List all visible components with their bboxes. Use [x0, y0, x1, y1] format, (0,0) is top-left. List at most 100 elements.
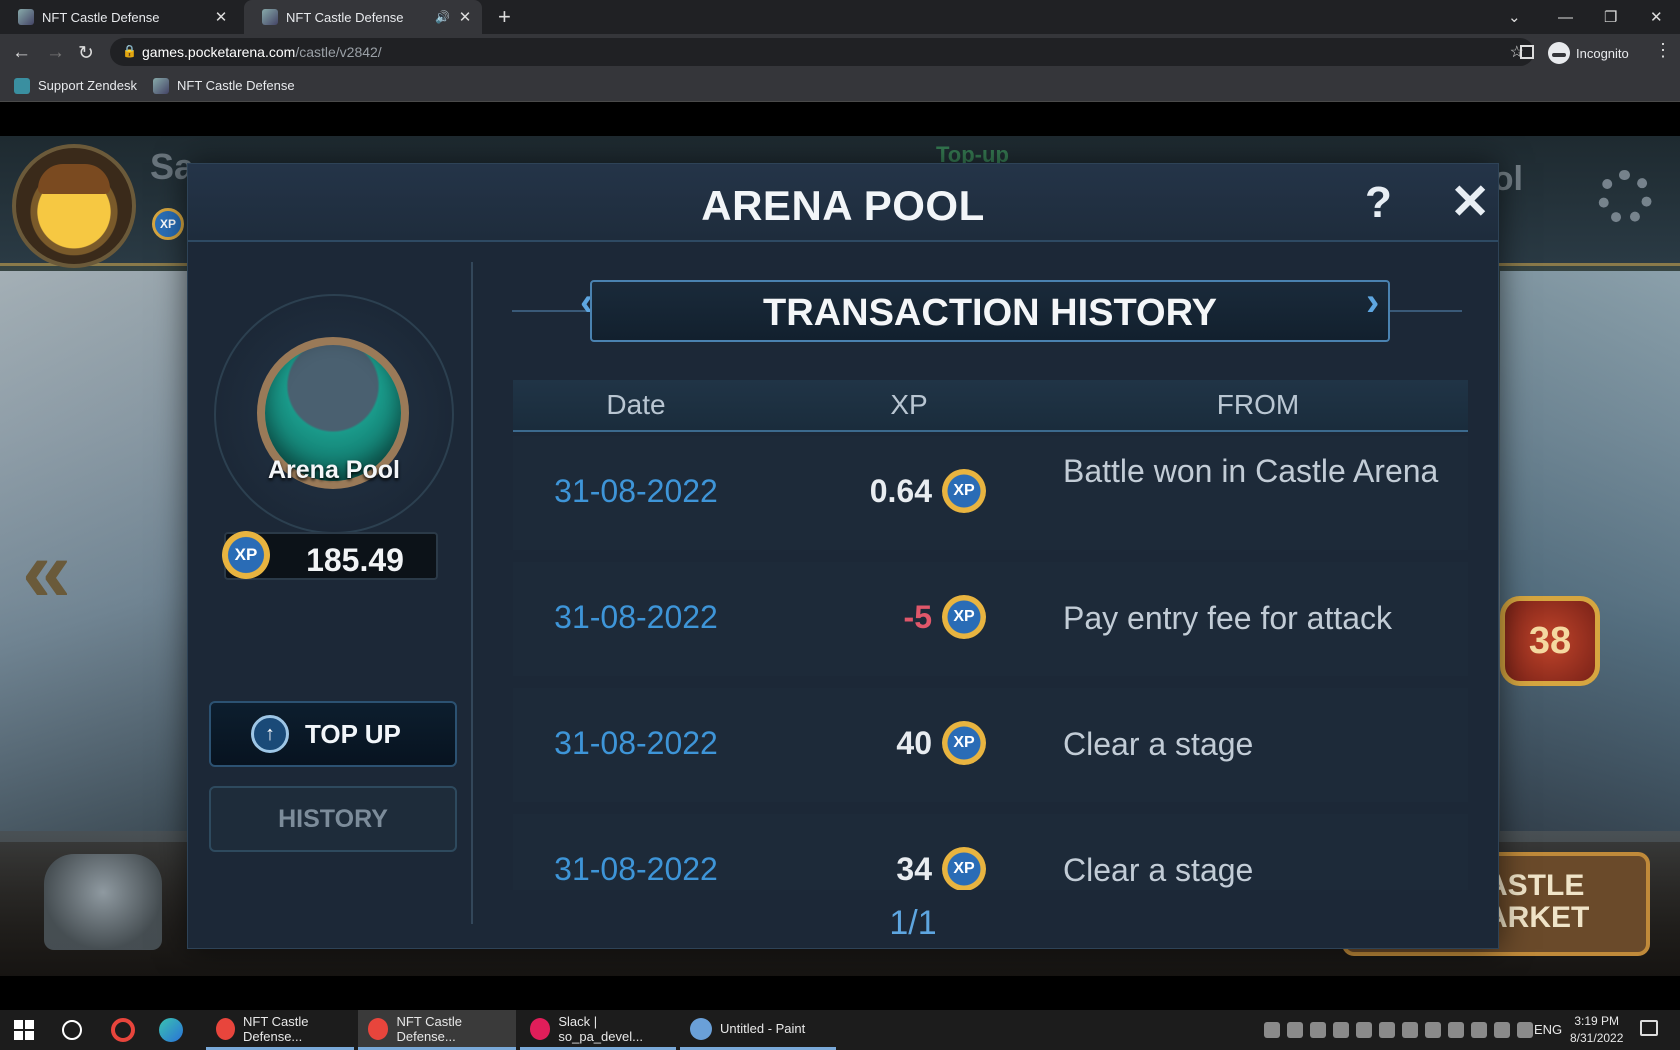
section-title: TRANSACTION HISTORY [763, 292, 1217, 334]
row-date: 31-08-2022 [554, 473, 718, 509]
castle-favicon-icon [18, 9, 34, 25]
side-panel-icon[interactable] [1520, 45, 1534, 59]
page-indicator: 1/1 [889, 904, 937, 942]
tray-icon[interactable] [1310, 1022, 1326, 1038]
settings-gear-icon[interactable] [1598, 170, 1652, 224]
xp-coin-icon: XP [942, 595, 986, 639]
close-tab-icon[interactable]: ✕ [210, 8, 232, 26]
anvil-icon[interactable] [44, 854, 162, 950]
modal-header: ARENA POOL ? ✕ [188, 164, 1498, 242]
url-host: games.pocketarena.com [142, 44, 296, 60]
reload-icon[interactable]: ↻ [78, 42, 94, 65]
restore-icon[interactable]: ❐ [1604, 0, 1617, 34]
incognito-profile[interactable]: Incognito [1548, 40, 1629, 66]
volume-icon[interactable] [1494, 1022, 1510, 1038]
new-tab-button[interactable]: + [498, 4, 511, 30]
help-button[interactable]: ? [1365, 178, 1392, 228]
bookmark-nft-castle-defense[interactable]: NFT Castle Defense [153, 77, 295, 94]
row-from: Clear a stage [1063, 852, 1254, 888]
taskbar-app-label: NFT Castle Defense... [396, 1013, 462, 1044]
taskbar-app-label: Untitled - Paint [720, 1021, 806, 1036]
cowboy-hat-icon [38, 164, 110, 194]
browser-tab-bar: NFT Castle Defense ✕ NFT Castle Defense … [0, 0, 1680, 34]
xp-coin-icon: XP [152, 208, 184, 240]
edge-icon[interactable] [159, 1018, 183, 1042]
row-xp: 40 XP [759, 721, 1059, 765]
xp-coin-icon: XP [942, 847, 986, 890]
snow-forest-right [1500, 271, 1680, 831]
row-date: 31-08-2022 [554, 599, 718, 635]
xp-amount: 34 [896, 850, 932, 887]
tray-icon[interactable] [1425, 1022, 1441, 1038]
xp-amount: -5 [903, 598, 932, 635]
window-close-icon[interactable]: ✕ [1650, 0, 1663, 34]
bookmark-support-zendesk[interactable]: Support Zendesk [14, 77, 137, 94]
balance-value: 185.49 [306, 542, 404, 578]
xp-coin-icon: XP [942, 469, 986, 513]
transaction-list[interactable]: 31-08-2022 0.64 XP Battle won in Castle … [513, 436, 1468, 890]
tray-icon[interactable] [1402, 1022, 1418, 1038]
xp-amount: 0.64 [869, 472, 932, 509]
history-button[interactable]: HISTORY [209, 786, 457, 852]
notification-icon[interactable] [1640, 1020, 1658, 1036]
tab-search-icon[interactable]: ⌄ [1508, 0, 1521, 34]
lock-icon[interactable]: 🔒 [122, 44, 137, 58]
table-row: 31-08-2022 34 XP Clear a stage [513, 814, 1468, 890]
col-from: FROM [1216, 389, 1300, 420]
taskbar-app-slack[interactable]: Slack | so_pa_devel... [520, 1010, 676, 1050]
tray-icon[interactable] [1379, 1022, 1395, 1038]
chrome-icon [368, 1017, 389, 1040]
tray-icon[interactable] [1264, 1022, 1280, 1038]
table-row: 31-08-2022 40 XP Clear a stage [513, 688, 1468, 802]
taskbar-app-chrome-2[interactable]: NFT Castle Defense... [358, 1010, 516, 1050]
row-from: Battle won in Castle Arena [1063, 453, 1439, 489]
xp-coin-icon: XP [942, 721, 986, 765]
tray-icon[interactable] [1287, 1022, 1303, 1038]
taskbar-app-label: Slack | so_pa_devel... [558, 1013, 643, 1044]
taskbar-app-paint[interactable]: Untitled - Paint [680, 1010, 836, 1050]
double-chevron-left-icon[interactable]: « [22, 520, 71, 622]
language-indicator[interactable]: ENG [1534, 1022, 1562, 1037]
pool-balance: XP 185.49 [222, 531, 438, 580]
speaker-icon[interactable]: 🔊 [435, 10, 450, 24]
castle-favicon-icon [262, 9, 278, 25]
table-row: 31-08-2022 -5 XP Pay entry fee for attac… [513, 562, 1468, 676]
top-up-button[interactable]: ↑ TOP UP [209, 701, 457, 767]
row-date: 31-08-2022 [554, 851, 718, 887]
windows-start-icon[interactable] [14, 1020, 34, 1040]
incognito-icon [1548, 42, 1570, 64]
back-icon[interactable]: ← [12, 42, 31, 64]
tray-icon[interactable] [1333, 1022, 1349, 1038]
tray-icon[interactable] [1471, 1022, 1487, 1038]
url-path: /castle/v2842/ [295, 44, 382, 60]
clock-time: 3:19 PM [1574, 1014, 1620, 1028]
browser-menu-icon[interactable]: ⋮ [1654, 40, 1672, 61]
arrow-up-icon: ↑ [251, 715, 289, 753]
tab-title: NFT Castle Defense [42, 9, 160, 25]
slack-icon [530, 1017, 551, 1040]
address-bar[interactable]: 🔒 games.pocketarena.com/castle/v2842/ ☆ [110, 38, 1534, 66]
row-from: Clear a stage [1063, 726, 1254, 762]
col-xp: XP [890, 389, 928, 420]
player-avatar[interactable] [12, 144, 136, 268]
tab-title: NFT Castle Defense [286, 9, 404, 25]
tray-icon[interactable] [1448, 1022, 1464, 1038]
tray-icon[interactable] [1517, 1022, 1533, 1038]
clock[interactable]: 3:19 PM 8/31/2022 [1570, 1013, 1623, 1047]
browser-tab[interactable]: NFT Castle Defense ✕ [0, 0, 238, 34]
system-tray[interactable] [1264, 1022, 1533, 1038]
opera-icon[interactable] [111, 1018, 135, 1042]
forward-icon[interactable]: → [46, 42, 65, 64]
taskbar-app-chrome-1[interactable]: NFT Castle Defense... [206, 1010, 354, 1050]
close-button[interactable]: ✕ [1450, 174, 1490, 230]
section-banner: TRANSACTION HISTORY [590, 280, 1390, 342]
tray-icon[interactable] [1356, 1022, 1372, 1038]
browser-tab-active[interactable]: NFT Castle Defense 🔊 ✕ [244, 0, 482, 34]
chevron-right-icon[interactable]: › [1366, 280, 1379, 325]
row-from: Pay entry fee for attack [1063, 600, 1393, 636]
minimize-icon[interactable]: — [1558, 0, 1573, 34]
table-row: 31-08-2022 0.64 XP Battle won in Castle … [513, 436, 1468, 550]
close-tab-icon[interactable]: ✕ [454, 8, 476, 26]
modal-title: ARENA POOL [701, 182, 985, 229]
search-icon[interactable] [62, 1020, 82, 1040]
